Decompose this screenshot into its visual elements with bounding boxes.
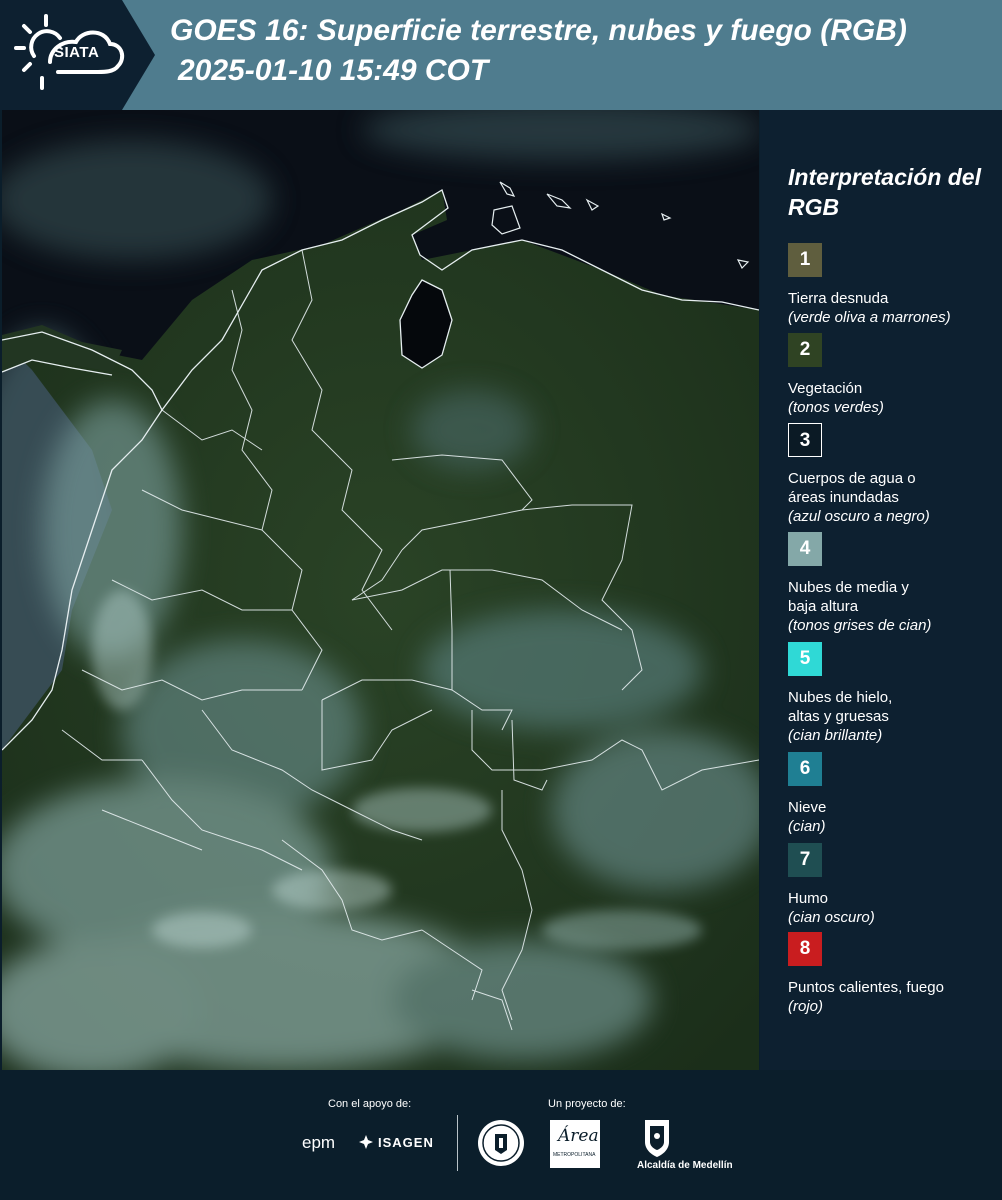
legend-note: (cian)	[788, 818, 826, 835]
brand-name: SIATA	[54, 44, 100, 61]
legend-swatch: 7	[788, 843, 822, 877]
legend-label: Tierra desnuda	[788, 290, 889, 307]
legend-note: (tonos grises de cian)	[788, 617, 932, 634]
footer-divider	[457, 1115, 458, 1171]
legend-title: Interpretación del RGB	[788, 164, 981, 220]
legend-label: Nieve	[788, 799, 827, 816]
legend-note: (verde oliva a marrones)	[788, 309, 951, 326]
legend-label: Puntos calientes, fuego	[788, 979, 944, 996]
legend-note: (cian brillante)	[788, 727, 883, 744]
legend-swatch: 5	[788, 642, 822, 676]
area-metropolitana-logo: Área METROPOLITANA	[550, 1120, 600, 1168]
legend-swatch: 8	[788, 932, 822, 966]
legend-item-low-clouds: 4 Nubes de media y baja altura (tonos gr…	[788, 532, 993, 635]
legend-swatch: 1	[788, 243, 822, 277]
legend-item-bare-soil: 1 Tierra desnuda (verde oliva a marrones…	[788, 243, 993, 327]
legend-panel: Interpretación del RGB 1 Tierra desnuda …	[760, 110, 1002, 1070]
alcaldia-label: Alcaldía de Medellín	[637, 1160, 733, 1171]
legend-item-vegetation: 2 Vegetación (tonos verdes)	[788, 333, 993, 417]
legend-note: (tonos verdes)	[788, 399, 884, 416]
satellite-map	[2, 110, 759, 1070]
legend-item-water: 3 Cuerpos de agua o áreas inundadas (azu…	[788, 423, 993, 526]
timestamp: 2025-01-10 15:49 COT	[178, 54, 489, 87]
legend-note: (azul oscuro a negro)	[788, 508, 930, 525]
legend-label: Nubes de media y baja altura	[788, 579, 909, 615]
support-label: Con el apoyo de:	[328, 1098, 412, 1110]
isagen-icon	[359, 1135, 373, 1149]
footer: Con el apoyo de: Un proyecto de: epm ISA…	[0, 1070, 1002, 1200]
page-title: GOES 16: Superficie terrestre, nubes y f…	[170, 14, 907, 47]
legend-label: Humo	[788, 890, 829, 907]
legend-label: Vegetación	[788, 380, 863, 397]
legend-note: (rojo)	[788, 998, 824, 1015]
legend-note: (cian oscuro)	[788, 909, 875, 926]
legend-item-snow: 6 Nieve (cian)	[788, 752, 993, 836]
map-image	[2, 110, 759, 1070]
alcaldia-shield-icon	[645, 1120, 669, 1157]
legend-swatch: 3	[788, 423, 822, 457]
legend-swatch: 6	[788, 752, 822, 786]
legend-item-fire: 8 Puntos calientes, fuego (rojo)	[788, 932, 993, 1016]
legend-label: Nubes de hielo, altas y gruesas	[788, 689, 893, 725]
siata-logo: SIATA	[0, 0, 155, 110]
header: SIATA GOES 16: Superficie terrestre, nub…	[0, 0, 1002, 110]
legend-item-smoke: 7 Humo (cian oscuro)	[788, 843, 993, 927]
area-logo-text: Área	[558, 1126, 599, 1146]
legend-swatch: 4	[788, 532, 822, 566]
university-seal-icon	[478, 1120, 524, 1166]
area-logo-subtext: METROPOLITANA	[553, 1152, 596, 1158]
legend-label: Cuerpos de agua o áreas inundadas	[788, 470, 916, 506]
epm-logo: epm	[302, 1133, 336, 1152]
legend-item-ice-clouds: 5 Nubes de hielo, altas y gruesas (cian …	[788, 642, 993, 745]
legend-swatch: 2	[788, 333, 822, 367]
isagen-logo: ISAGEN	[378, 1135, 434, 1150]
project-label: Un proyecto de:	[548, 1098, 626, 1110]
